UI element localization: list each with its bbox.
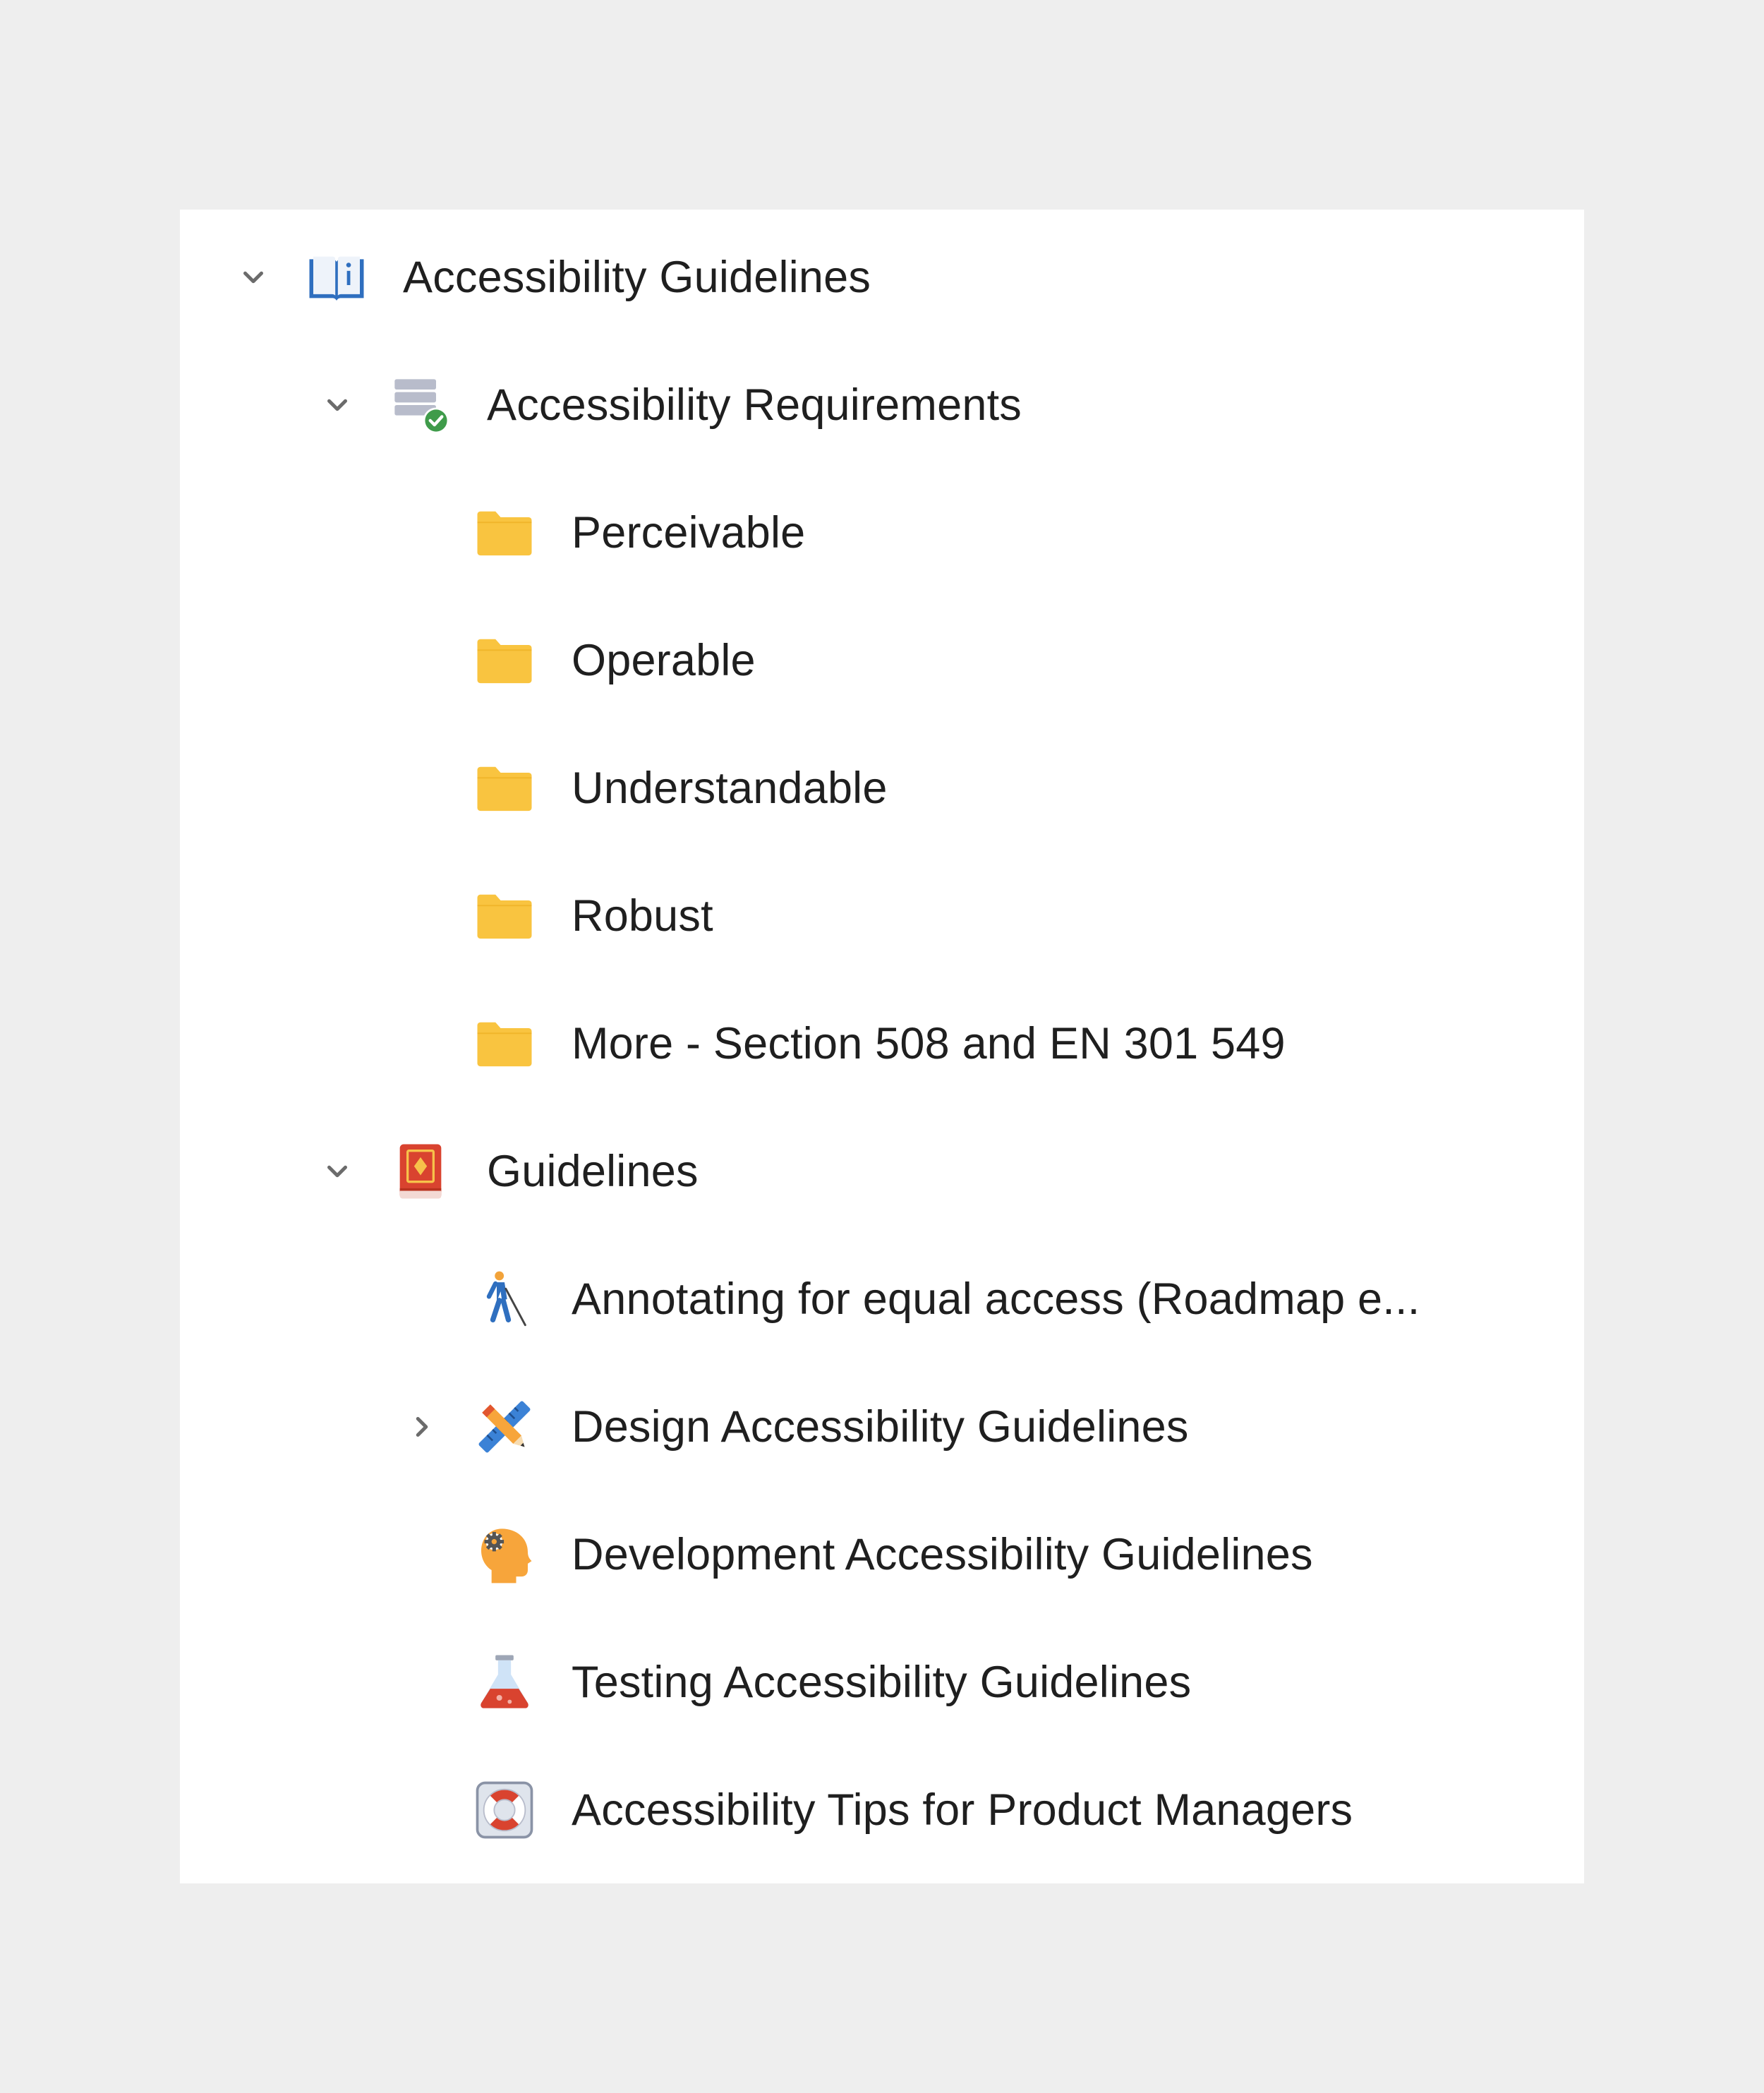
tree-item-robust[interactable]: Robust xyxy=(180,852,1584,979)
folder-icon xyxy=(473,1013,536,1075)
tree-item-label: More - Section 508 and EN 301 549 xyxy=(572,1018,1286,1068)
tree-item-label: Testing Accessibility Guidelines xyxy=(572,1657,1192,1707)
tree-item-perceivable[interactable]: Perceivable xyxy=(180,469,1584,596)
folder-icon xyxy=(473,502,536,564)
chevron-down-icon[interactable] xyxy=(321,389,354,421)
chevron-down-icon[interactable] xyxy=(321,1155,354,1188)
tree-item-label: Accessibility Guidelines xyxy=(403,252,871,302)
tree-item-accessibility-guidelines[interactable]: Accessibility Guidelines xyxy=(180,213,1584,341)
chevron-down-icon[interactable] xyxy=(237,261,270,294)
open-book-info-icon xyxy=(306,246,368,308)
tree-item-operable[interactable]: Operable xyxy=(180,596,1584,724)
tree-item-label: Understandable xyxy=(572,763,888,813)
tree-item-label: Accessibility Tips for Product Managers xyxy=(572,1785,1353,1835)
tree-item-label: Guidelines xyxy=(487,1146,699,1196)
tree-item-more-section-508[interactable]: More - Section 508 and EN 301 549 xyxy=(180,979,1584,1107)
tree-item-development-accessibility-guidelines[interactable]: Development Accessibility Guidelines xyxy=(180,1490,1584,1618)
red-book-icon xyxy=(389,1140,452,1202)
tree-item-testing-accessibility-guidelines[interactable]: Testing Accessibility Guidelines xyxy=(180,1618,1584,1746)
tree-item-understandable[interactable]: Understandable xyxy=(180,724,1584,852)
tree-item-label: Operable xyxy=(572,635,756,685)
tree-item-label: Annotating for equal access (Roadmap e..… xyxy=(572,1274,1420,1324)
tree-item-label: Robust xyxy=(572,891,713,941)
database-check-icon xyxy=(389,374,452,436)
folder-icon xyxy=(473,757,536,819)
page-tree-panel: Accessibility Guidelines Accessibility R… xyxy=(180,210,1584,1883)
tree-item-design-accessibility-guidelines[interactable]: Design Accessibility Guidelines xyxy=(180,1363,1584,1490)
folder-icon xyxy=(473,885,536,947)
lifebuoy-icon xyxy=(473,1779,536,1841)
tree-item-accessibility-requirements[interactable]: Accessibility Requirements xyxy=(180,341,1584,469)
tree-item-tips-product-managers[interactable]: Accessibility Tips for Product Managers xyxy=(180,1746,1584,1874)
pencil-ruler-icon xyxy=(473,1396,536,1458)
tree-item-label: Development Accessibility Guidelines xyxy=(572,1529,1313,1579)
tree-item-annotating-equal-access[interactable]: Annotating for equal access (Roadmap e..… xyxy=(180,1235,1584,1363)
tree-item-label: Perceivable xyxy=(572,507,806,557)
person-with-cane-icon xyxy=(473,1268,536,1330)
head-gear-icon xyxy=(473,1524,536,1586)
tree-item-label: Design Accessibility Guidelines xyxy=(572,1401,1189,1452)
tree-item-guidelines[interactable]: Guidelines xyxy=(180,1107,1584,1235)
chevron-right-icon[interactable] xyxy=(406,1411,438,1443)
folder-icon xyxy=(473,629,536,692)
flask-icon xyxy=(473,1651,536,1713)
tree-item-label: Accessibility Requirements xyxy=(487,380,1022,430)
